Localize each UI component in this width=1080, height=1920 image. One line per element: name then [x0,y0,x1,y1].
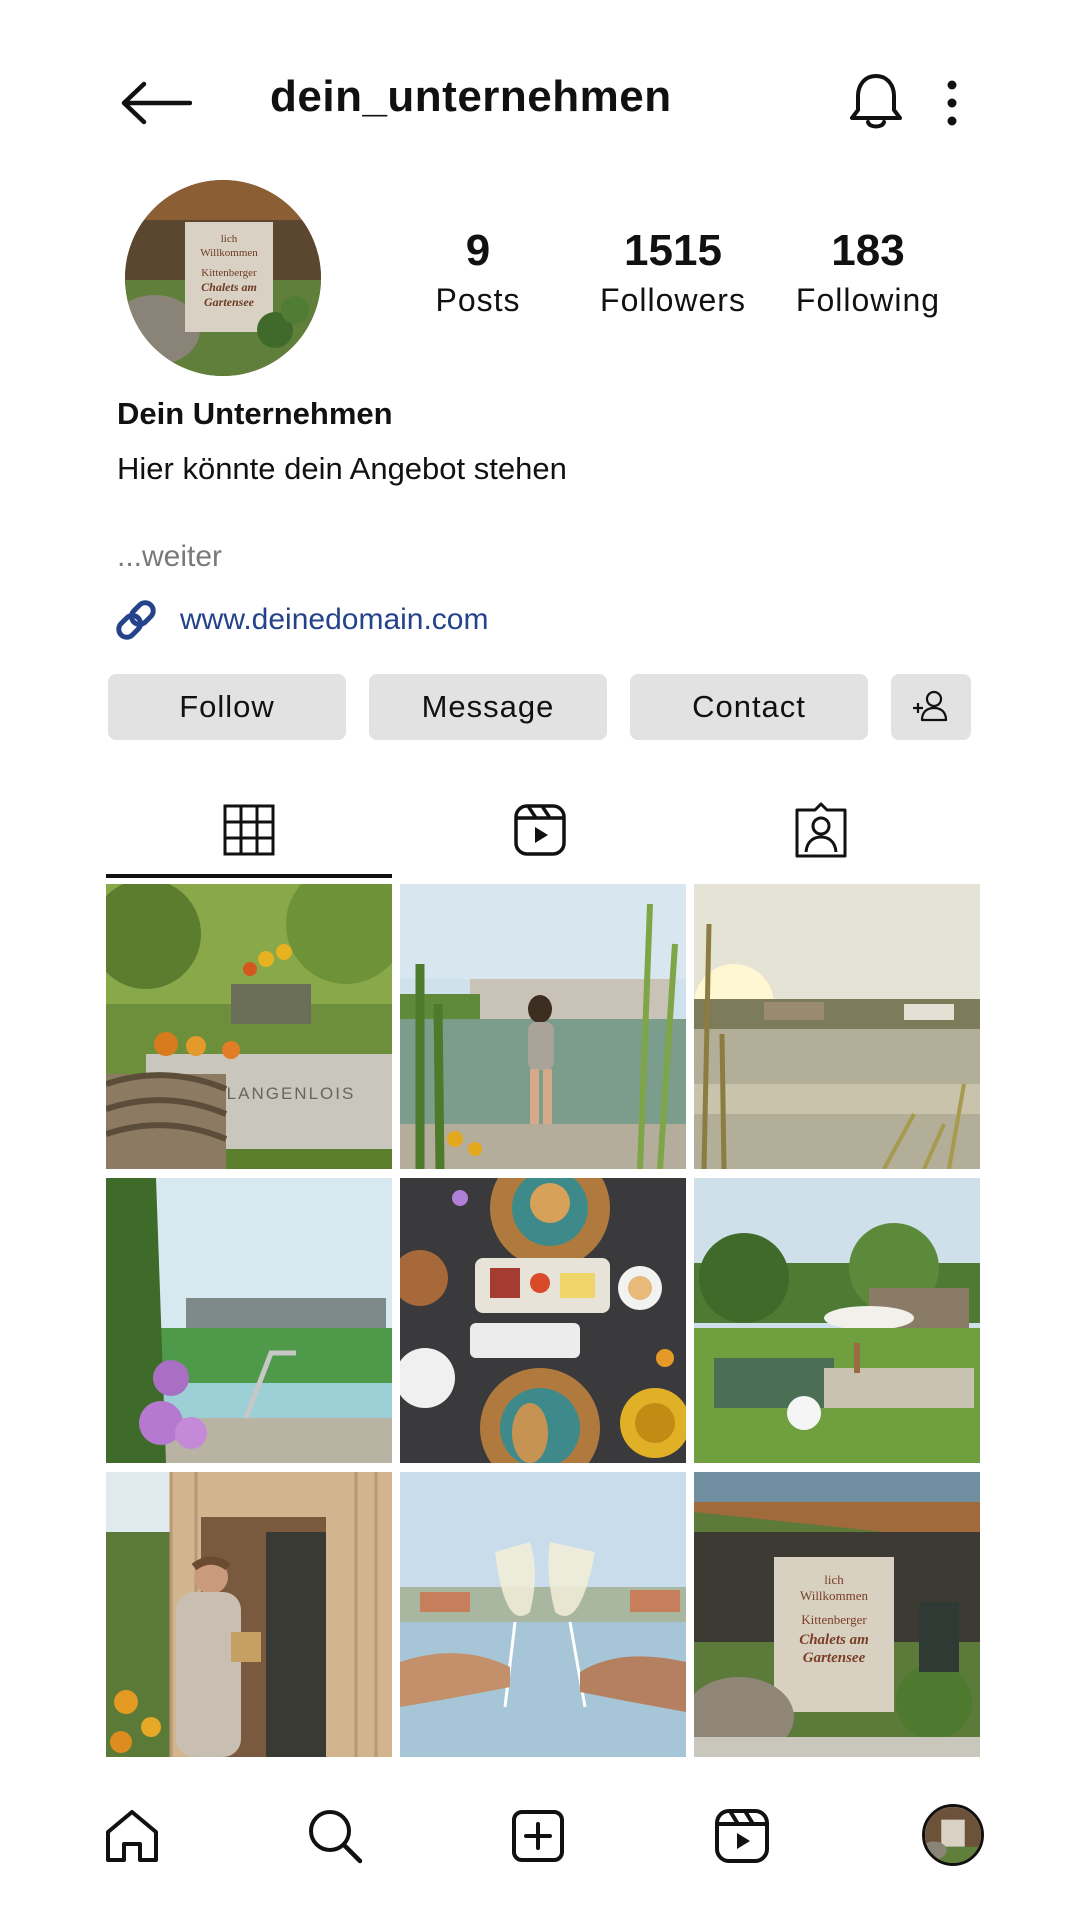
post-tile[interactable] [106,1178,392,1463]
home-icon [106,1810,158,1862]
nav-profile-avatar[interactable] [922,1804,984,1866]
contact-button[interactable]: Contact [630,674,868,740]
link-icon [116,600,156,640]
nav-reels[interactable] [710,1804,774,1868]
post-tile[interactable] [400,1178,686,1463]
stat-posts[interactable]: 9 Posts [383,225,573,323]
create-icon [512,1810,564,1862]
tagged-user-icon [795,802,847,858]
follow-button[interactable]: Follow [108,674,346,740]
profile-username: dein_unternehmen [270,72,672,121]
post-tile[interactable] [106,1472,392,1757]
reels-icon [715,1809,769,1863]
post-tile[interactable] [694,1178,980,1463]
tab-reels[interactable] [395,780,685,880]
reels-icon [514,804,566,856]
post-tile[interactable] [694,884,980,1169]
post-tile[interactable]: lich Willkommen Kittenberger Chalets am … [694,1472,980,1757]
bio-text: Hier könnte dein Angebot stehen [117,451,567,486]
more-options-icon[interactable] [940,78,964,128]
nav-search[interactable] [303,1804,367,1868]
tab-tagged[interactable] [676,780,966,880]
stat-following[interactable]: 183 Following [773,225,963,323]
top-bar: dein_unternehmen [0,0,1080,150]
profile-avatar[interactable]: lich Willkommen Kittenberger Chalets am … [125,180,321,376]
stat-followers[interactable]: 1515 Followers [578,225,768,323]
display-name: Dein Unternehmen [117,396,393,431]
search-icon [309,1810,363,1864]
stat-posts-value: 9 [465,226,491,275]
post-sign-line-5: Gartensee [803,1650,866,1666]
avatar-sign-line-2: Willkommen [200,247,258,259]
stat-following-label: Following [795,282,941,318]
bio-more-link[interactable]: ...weiter [117,540,222,574]
tab-posts-grid[interactable] [104,780,394,880]
post-sign-line-1: lich [824,1572,844,1587]
avatar-sign-line-3: Kittenberger [201,267,257,279]
website-link[interactable]: www.deinedomain.com [112,596,488,644]
bell-icon[interactable] [848,72,904,132]
avatar-sign-line-5: Gartensee [204,295,255,309]
stat-followers-value: 1515 [624,226,722,275]
stat-posts-label: Posts [435,282,521,318]
message-button[interactable]: Message [369,674,607,740]
stat-followers-label: Followers [600,282,746,318]
post-tile[interactable] [400,1472,686,1757]
back-arrow-icon[interactable] [120,78,192,128]
post-caption-langenlois: LANGENLOIS [227,1084,356,1103]
post-sign-line-4: Chalets am [799,1632,869,1648]
nav-home[interactable] [100,1804,164,1868]
stat-following-value: 183 [831,226,905,275]
post-tile[interactable]: LANGENLOIS [106,884,392,1169]
avatar-sign-line-1: lich [221,233,238,245]
post-sign-line-2: Willkommen [800,1588,869,1603]
grid-icon [223,804,275,856]
post-tile[interactable] [400,884,686,1169]
active-tab-indicator [106,874,392,878]
post-sign-line-3: Kittenberger [801,1612,867,1627]
nav-create[interactable] [506,1804,570,1868]
avatar-sign-line-4: Chalets am [201,280,257,294]
bottom-navigation [0,1790,1080,1890]
suggest-people-button[interactable] [891,674,971,740]
add-person-icon [913,690,948,722]
website-url: www.deinedomain.com [180,603,489,636]
